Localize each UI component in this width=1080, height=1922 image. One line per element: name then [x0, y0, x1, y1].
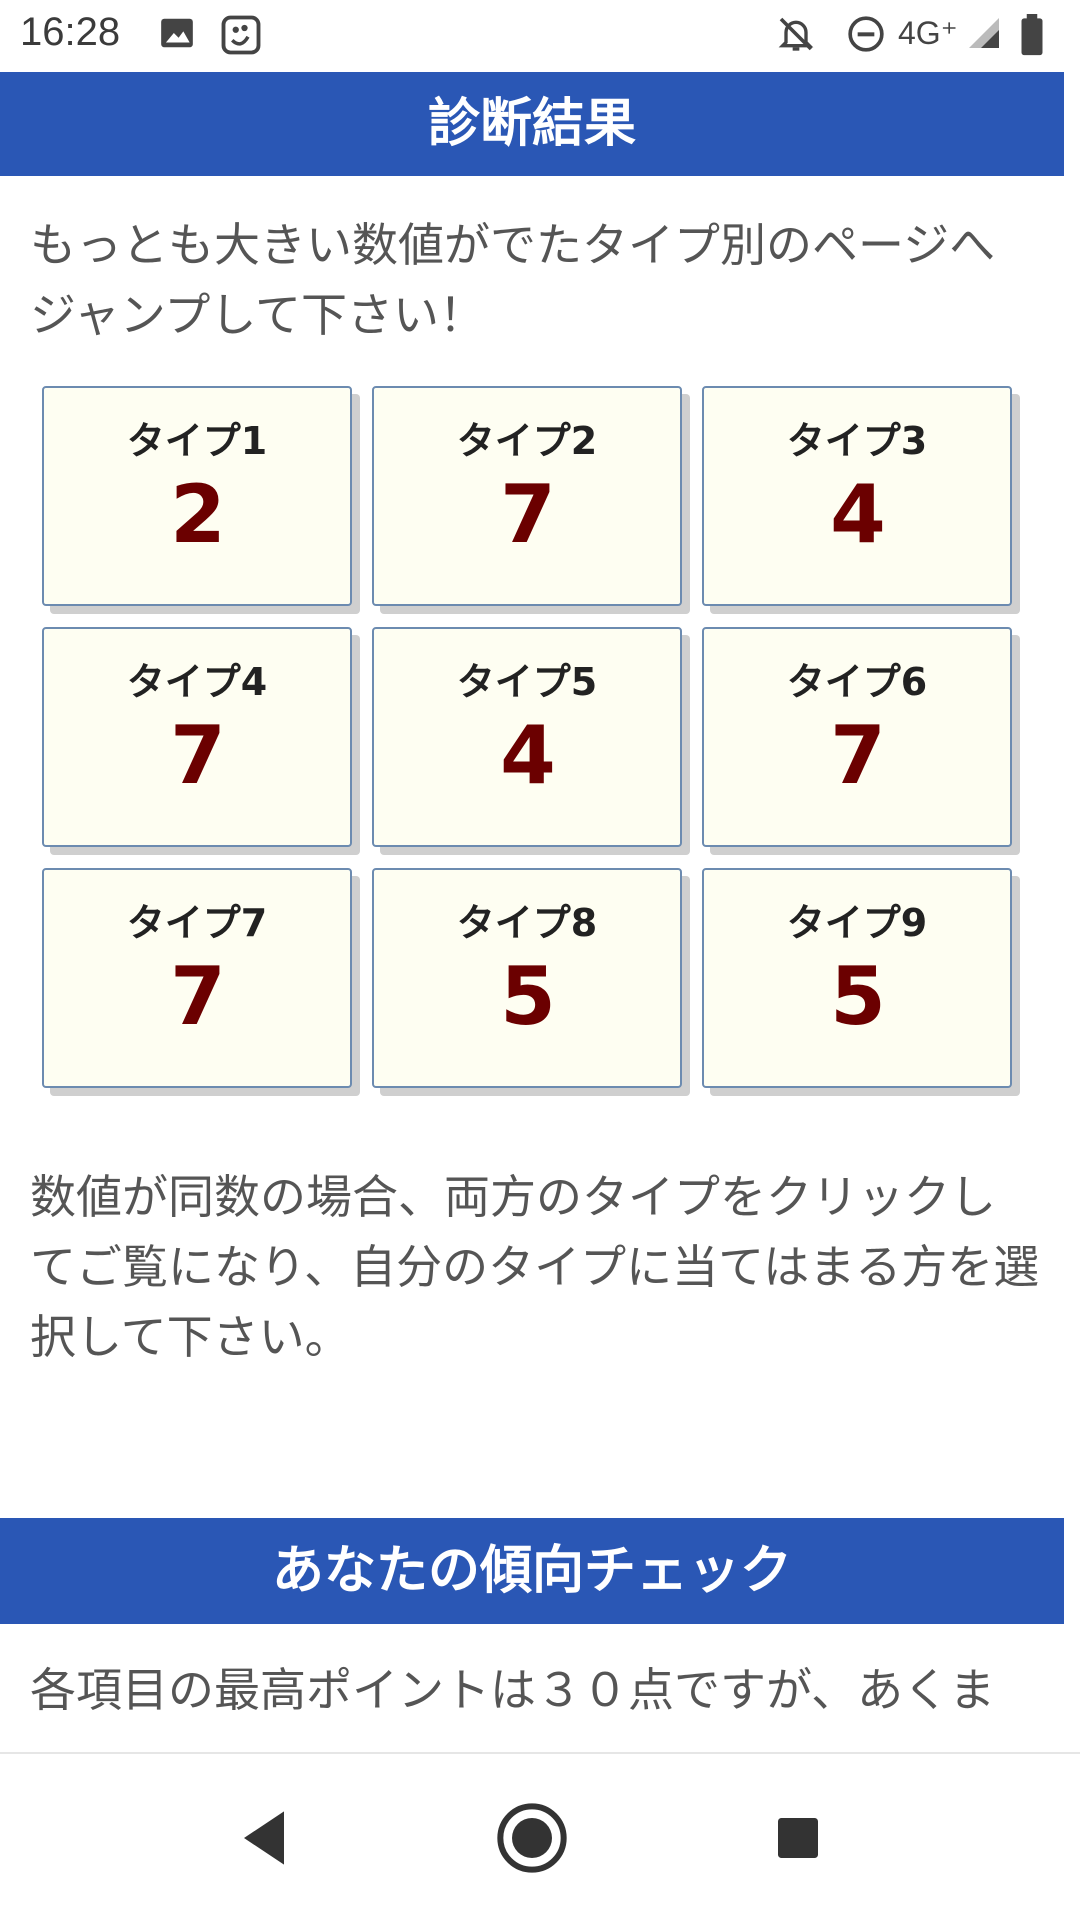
- type-card-label: タイプ2: [456, 419, 598, 463]
- type-card-6[interactable]: タイプ6 7: [702, 627, 1012, 847]
- status-time: 16:28: [20, 10, 121, 54]
- type-card-7[interactable]: タイプ7 7: [42, 868, 352, 1088]
- tendency-header: あなたの傾向チェック: [0, 1518, 1064, 1624]
- type-card-label: タイプ9: [786, 901, 928, 945]
- type-card-label: タイプ5: [456, 660, 598, 704]
- type-card-label: タイプ6: [786, 660, 928, 704]
- result-header-title: 診断結果: [427, 94, 636, 154]
- type-card-value: 7: [830, 709, 886, 802]
- tendency-header-title: あなたの傾向チェック: [271, 1541, 792, 1601]
- type-card-3[interactable]: タイプ3 4: [702, 386, 1012, 606]
- do-not-disturb-icon: [846, 14, 886, 58]
- intro-text: もっとも大きい数値がでたタイプ別のページへジャンプして下さい！: [30, 218, 996, 342]
- type-card-1[interactable]: タイプ1 2: [42, 386, 352, 606]
- type-card-label: タイプ3: [786, 419, 928, 463]
- type-card-label: タイプ8: [456, 901, 598, 945]
- type-grid: タイプ1 2 タイプ2 7 タイプ3 4 タイプ4 7 タイプ5 4 タイプ6 …: [42, 386, 1022, 1092]
- signal-icon: [966, 14, 1002, 56]
- type-card-2[interactable]: タイプ2 7: [372, 386, 682, 606]
- bell-off-icon: [776, 14, 816, 58]
- type-card-value: 5: [830, 950, 886, 1043]
- type-card-label: タイプ4: [126, 660, 268, 704]
- type-card-value: 5: [500, 950, 556, 1043]
- back-icon[interactable]: [224, 1798, 304, 1878]
- battery-icon: [1018, 14, 1046, 60]
- status-bar: 16:28 4G⁺: [0, 0, 1080, 72]
- type-card-value: 2: [170, 468, 226, 561]
- type-card-value: 4: [830, 468, 886, 561]
- type-card-value: 7: [170, 950, 226, 1043]
- type-card-value: 4: [500, 709, 556, 802]
- type-card-4[interactable]: タイプ4 7: [42, 627, 352, 847]
- type-card-8[interactable]: タイプ8 5: [372, 868, 682, 1088]
- tendency-text: 各項目の最高ポイントは３０点ですが、あくま: [30, 1663, 996, 1717]
- type-card-5[interactable]: タイプ5 4: [372, 627, 682, 847]
- recents-icon[interactable]: [758, 1798, 838, 1878]
- tie-note-text: 数値が同数の場合、両方のタイプをクリックしてご覧になり、自分のタイプに当てはまる…: [30, 1170, 1040, 1364]
- navigation-bar: [0, 1752, 1080, 1922]
- home-icon[interactable]: [492, 1798, 572, 1878]
- result-header: 診断結果: [0, 72, 1064, 176]
- type-card-value: 7: [500, 468, 556, 561]
- image-icon: [158, 14, 196, 56]
- type-card-label: タイプ7: [126, 901, 268, 945]
- app-notification-icon: [220, 14, 262, 60]
- type-card-label: タイプ1: [126, 419, 268, 463]
- type-card-value: 7: [170, 709, 226, 802]
- network-type: 4G⁺: [898, 15, 958, 51]
- type-card-9[interactable]: タイプ9 5: [702, 868, 1012, 1088]
